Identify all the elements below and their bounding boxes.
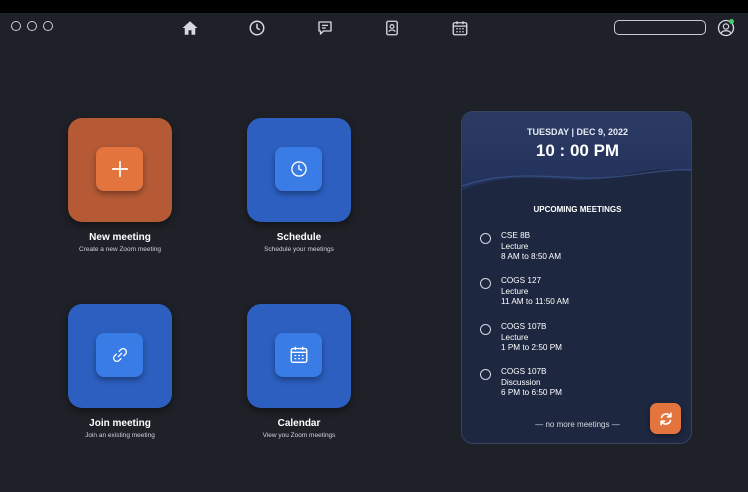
window-close-button[interactable] [11, 21, 21, 31]
join-meeting-icon-box [96, 333, 143, 377]
calendar-title: Calendar [277, 418, 321, 429]
meeting-text: COGS 107B Lecture 1 PM to 2:50 PM [501, 322, 562, 354]
meeting-type: Discussion [501, 377, 541, 387]
calendar-button[interactable] [247, 304, 351, 408]
meeting-text: COGS 107B Discussion 6 PM to 6:50 PM [501, 367, 562, 399]
calendar-icon[interactable] [450, 18, 470, 38]
meeting-type: Lecture [501, 286, 529, 296]
upcoming-meetings-panel: TUESDAY | DEC 9, 2022 10 : 00 PM UPCOMIN… [461, 111, 692, 444]
calendar-subtitle: View you Zoom meetings [262, 432, 336, 439]
meeting-time: 1 PM to 2:50 PM [501, 343, 562, 352]
clock-icon [290, 161, 307, 177]
meeting-text: CSE 8B Lecture 8 AM to 8:50 AM [501, 231, 561, 263]
window-maximize-button[interactable] [43, 21, 53, 31]
meeting-course: CSE 8B [501, 231, 531, 240]
link-icon [112, 347, 127, 363]
calendar-icon-box [275, 333, 322, 377]
online-status-dot [729, 19, 734, 24]
refresh-button[interactable] [650, 403, 681, 434]
contacts-icon[interactable] [382, 18, 402, 38]
meeting-course: COGS 127 [501, 276, 542, 285]
clock-icon[interactable] [247, 18, 267, 38]
new-meeting-button[interactable] [68, 118, 172, 222]
meeting-item[interactable]: COGS 127 Lecture 11 AM to 11:50 AM [480, 276, 660, 316]
calendar-icon [290, 346, 307, 364]
meeting-radio[interactable] [480, 233, 491, 244]
meeting-course: COGS 107B [501, 322, 547, 331]
meeting-radio[interactable] [480, 278, 491, 289]
meeting-item[interactable]: COGS 107B Discussion 6 PM to 6:50 PM [480, 367, 660, 407]
new-meeting-icon-box [96, 147, 143, 191]
meeting-course: COGS 107B [501, 367, 547, 376]
panel-header: TUESDAY | DEC 9, 2022 10 : 00 PM [462, 112, 691, 192]
schedule-title: Schedule [276, 232, 322, 243]
join-meeting-subtitle: Join an existing meeting [85, 432, 155, 439]
title-bar [0, 13, 748, 43]
upcoming-meetings-heading: UPCOMING MEETINGS [533, 205, 622, 214]
join-meeting-title: Join meeting [89, 418, 151, 429]
schedule-subtitle: Schedule your meetings [264, 246, 334, 253]
new-meeting-subtitle: Create a new Zoom meeting [78, 246, 161, 253]
window-minimize-button[interactable] [27, 21, 37, 31]
refresh-icon [659, 412, 672, 425]
meeting-time: 11 AM to 11:50 AM [501, 297, 569, 306]
meeting-item[interactable]: COGS 107B Lecture 1 PM to 2:50 PM [480, 322, 660, 362]
meeting-type: Lecture [501, 332, 529, 342]
plus-icon [111, 160, 128, 178]
schedule-button[interactable] [247, 118, 351, 222]
join-meeting-button[interactable] [68, 304, 172, 408]
current-time: 10 : 00 PM [535, 141, 620, 160]
schedule-icon-box [275, 147, 322, 191]
meeting-radio[interactable] [480, 369, 491, 380]
search-input[interactable] [614, 20, 706, 35]
meeting-time: 8 AM to 8:50 AM [501, 252, 562, 261]
home-icon[interactable] [180, 18, 200, 38]
chat-icon[interactable] [315, 18, 335, 38]
meeting-text: COGS 127 Lecture 11 AM to 11:50 AM [501, 276, 569, 308]
current-date: TUESDAY | DEC 9, 2022 [526, 127, 629, 137]
top-strip [0, 0, 748, 13]
meeting-item[interactable]: CSE 8B Lecture 8 AM to 8:50 AM [480, 231, 660, 271]
new-meeting-title: New meeting [89, 232, 151, 243]
meeting-type: Lecture [501, 241, 529, 251]
meeting-time: 6 PM to 6:50 PM [501, 388, 562, 397]
meeting-radio[interactable] [480, 324, 491, 335]
